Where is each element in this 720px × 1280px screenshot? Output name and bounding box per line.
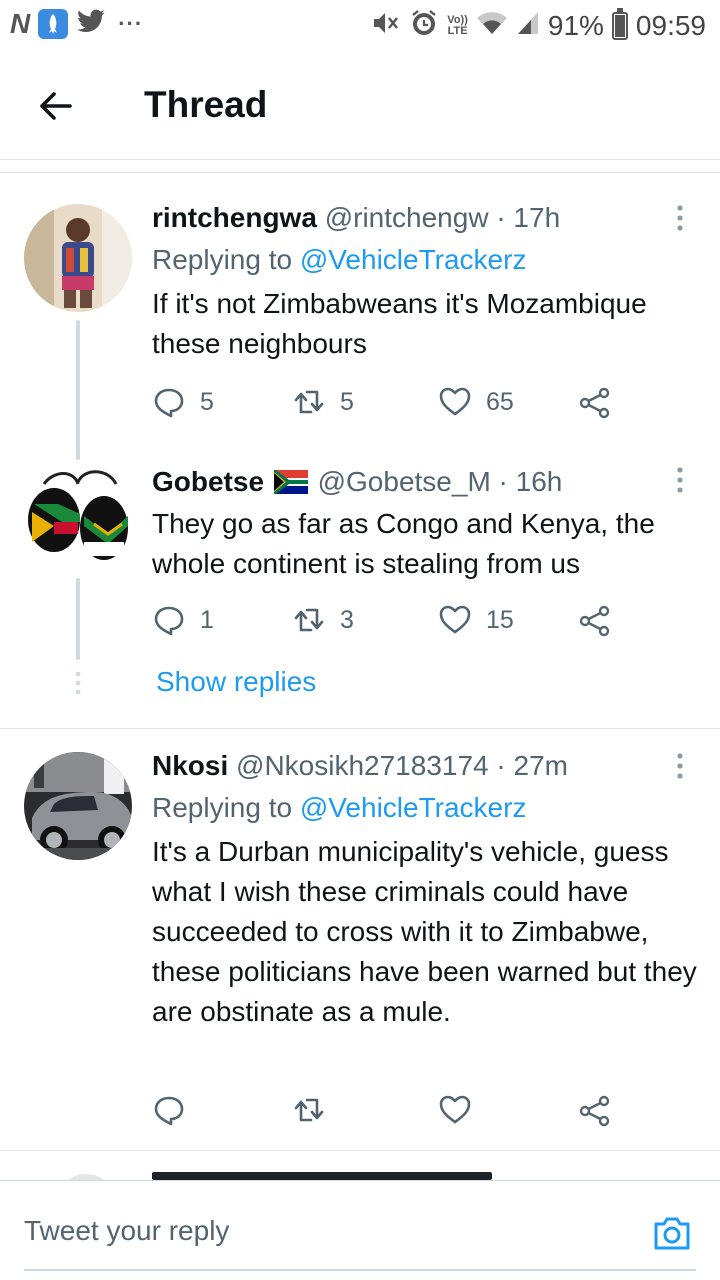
retweet-icon — [294, 390, 324, 414]
tweet-header: Gobetse 🇿🇦 @Gobetse_M · 16h — [152, 466, 562, 498]
share-icon — [579, 387, 610, 419]
share-button[interactable] — [578, 1088, 612, 1132]
heart-icon — [439, 387, 471, 416]
wifi-icon — [476, 10, 508, 41]
heart-icon — [439, 605, 471, 634]
thread-line — [76, 320, 80, 460]
next-tweet-header-cut — [152, 1172, 492, 1180]
share-button[interactable] — [578, 598, 612, 642]
like-button[interactable]: 15 — [438, 598, 514, 642]
share-icon — [579, 1095, 610, 1127]
reply-input-underline — [24, 1269, 696, 1271]
signal-icon — [516, 10, 540, 41]
replying-to: Replying to @VehicleTrackerz — [152, 244, 527, 275]
tweet-actions — [152, 1088, 632, 1132]
mention-link[interactable]: @VehicleTrackerz — [300, 792, 527, 823]
camera-icon[interactable] — [650, 1211, 694, 1255]
display-name[interactable]: Nkosi — [152, 750, 228, 781]
heart-icon — [439, 1095, 471, 1124]
status-bar-left: N ··· — [10, 8, 143, 40]
divider — [0, 728, 720, 729]
user-handle[interactable]: @rintchengw — [325, 202, 489, 233]
mention-link[interactable]: @VehicleTrackerz — [300, 244, 527, 275]
display-name[interactable]: rintchengwa — [152, 202, 317, 233]
divider — [0, 1150, 720, 1151]
retweet-button[interactable]: 3 — [292, 598, 354, 642]
thread-line — [76, 578, 80, 660]
reply-button[interactable]: 1 — [152, 598, 214, 642]
timestamp[interactable]: · 17h — [496, 202, 560, 233]
tweet-actions: 5 5 65 — [152, 380, 632, 424]
volte-indicator: Vo)) LTE — [447, 13, 468, 37]
south-africa-flag-icon — [273, 470, 308, 494]
retweet-icon — [294, 1098, 324, 1122]
display-name[interactable]: Gobetse — [152, 466, 264, 497]
more-notifications-icon: ··· — [118, 11, 144, 36]
reply-count: 5 — [200, 387, 214, 416]
like-button[interactable]: 65 — [438, 380, 514, 424]
reply-count: 1 — [200, 605, 214, 634]
tweet-header: rintchengwa @rintchengw · 17h — [152, 202, 560, 234]
divider — [0, 172, 720, 173]
page-title: Thread — [144, 84, 268, 125]
retweet-icon — [294, 608, 324, 632]
alarm-icon — [409, 8, 439, 43]
retweet-button[interactable] — [292, 1088, 326, 1132]
twitter-bird-icon — [76, 9, 106, 40]
retweet-button[interactable]: 5 — [292, 380, 354, 424]
tweet-next-partial[interactable] — [0, 1168, 720, 1180]
battery-percent: 91% — [547, 9, 604, 41]
thread-header: Thread — [0, 52, 720, 160]
timestamp[interactable]: · 27m — [496, 750, 568, 781]
mute-icon — [371, 9, 401, 42]
reply-icon — [154, 1096, 184, 1126]
status-bar: N ··· Vo)) LTE 91% 09:59 — [0, 0, 720, 52]
tweet-gobetse[interactable]: Gobetse 🇿🇦 @Gobetse_M · 16h They go as f… — [0, 462, 720, 662]
tweet-text: It's a Durban municipality's vehicle, gu… — [152, 836, 697, 1027]
more-options-icon[interactable] — [666, 462, 694, 502]
reply-icon — [154, 606, 184, 636]
thread-continuation-icon — [75, 671, 81, 695]
reply-composer: Tweet your reply — [0, 1180, 720, 1280]
tweet-actions: 1 3 15 — [152, 598, 632, 642]
tweet-text: If it's not Zimbabweans it's Mozambique … — [152, 288, 647, 359]
tweet-nkosi[interactable]: Nkosi @Nkosikh27183174 · 27m Replying to… — [0, 748, 720, 1148]
battery-icon — [611, 7, 628, 40]
reply-button[interactable] — [152, 1088, 186, 1132]
avatar[interactable] — [24, 752, 132, 860]
tweet-text: They go as far as Congo and Kenya, the w… — [152, 508, 655, 579]
like-count: 65 — [486, 387, 514, 416]
more-options-icon[interactable] — [666, 748, 694, 788]
more-options-icon[interactable] — [666, 200, 694, 240]
share-button[interactable] — [578, 380, 612, 424]
retweet-count: 5 — [340, 387, 354, 416]
like-button[interactable] — [438, 1088, 472, 1132]
reply-icon — [154, 388, 184, 418]
retweet-count: 3 — [340, 605, 354, 634]
status-bar-right: Vo)) LTE 91% 09:59 — [371, 7, 706, 43]
user-handle[interactable]: @Gobetse_M — [318, 466, 491, 497]
battery-level-fill — [614, 14, 625, 37]
show-replies-link[interactable]: Show replies — [156, 666, 316, 698]
tweet-header: Nkosi @Nkosikh27183174 · 27m — [152, 750, 568, 782]
avatar[interactable] — [24, 204, 132, 312]
tweet-rintchengwa[interactable]: rintchengwa @rintchengw · 17h Replying t… — [0, 200, 720, 460]
user-handle[interactable]: @Nkosikh27183174 — [236, 750, 489, 781]
replying-to: Replying to @VehicleTrackerz — [152, 792, 527, 823]
timestamp[interactable]: · 16h — [499, 466, 563, 497]
avatar[interactable] — [24, 464, 132, 572]
rocket-app-icon — [38, 9, 69, 39]
reply-input[interactable]: Tweet your reply — [24, 1215, 229, 1247]
share-icon — [579, 605, 610, 637]
news-app-icon: N — [10, 8, 31, 39]
back-arrow-icon[interactable] — [34, 84, 78, 128]
like-count: 15 — [486, 605, 514, 634]
status-time: 09:59 — [635, 9, 706, 41]
reply-button[interactable]: 5 — [152, 380, 214, 424]
